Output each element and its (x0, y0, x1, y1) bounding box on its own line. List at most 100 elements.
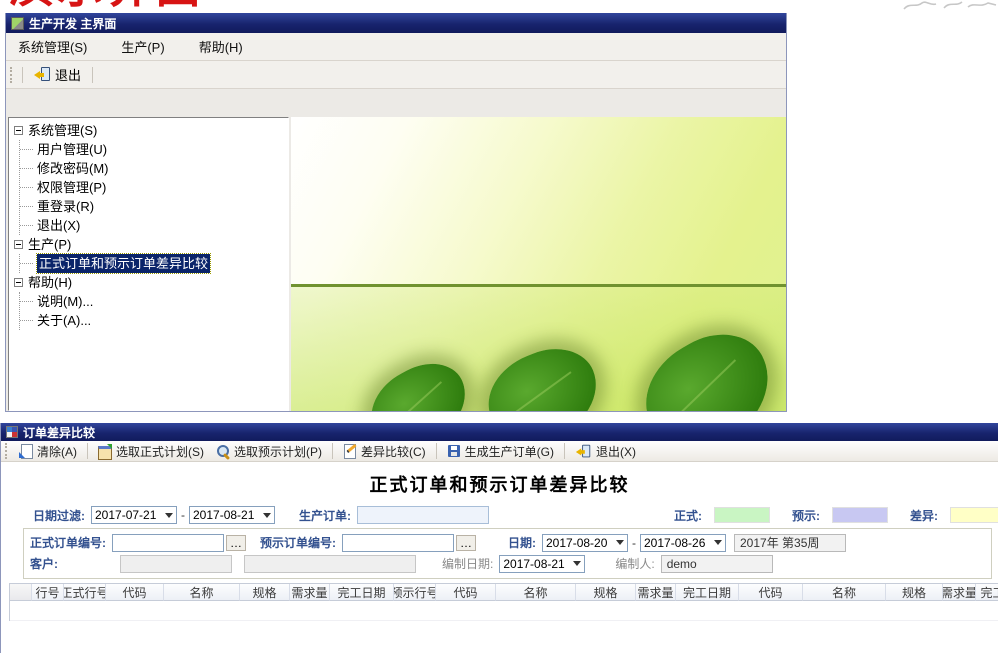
tree-item-permission[interactable]: 权限管理(P) (20, 178, 288, 197)
legend-formal-swatch (714, 507, 770, 523)
exit-button[interactable]: 退出(X) (569, 442, 642, 461)
order-compare-window: 订单差异比较 清除(A) 选取正式计划(S) 选取预示计划(P) 差异比较(C)… (0, 423, 998, 653)
save-disk-icon (447, 444, 461, 458)
background-leaf-image (291, 117, 786, 411)
exit-button-label: 退出 (55, 65, 81, 84)
app-icon (11, 17, 24, 30)
toolbar-grip (5, 443, 8, 459)
clear-button[interactable]: 清除(A) (13, 442, 83, 461)
filter-row: 日期过滤: 2017-07-21 - 2017-08-21 生产订单: 正式: … (1, 504, 998, 526)
compare-toolbar: 清除(A) 选取正式计划(S) 选取预示计划(P) 差异比较(C) 生成生产订单… (1, 441, 998, 462)
compare-table: 行号 正式行号 代码 名称 规格 需求量 完工日期 预示行号 代码 名称 规格 … (9, 583, 998, 621)
col-spec-3[interactable]: 规格 (886, 584, 943, 601)
empty-table-body[interactable] (10, 601, 998, 621)
forecast-no-input[interactable] (342, 534, 454, 552)
row-selector-header[interactable] (10, 584, 32, 601)
tree-node-system[interactable]: 系统管理(S) (12, 121, 288, 140)
col-finish-date-3[interactable]: 完工日期 (976, 584, 998, 601)
clear-page-icon (19, 444, 33, 458)
forecast-no-browse-button[interactable]: … (456, 535, 476, 551)
selected-tree-item: 正式订单和预示订单差异比较 (37, 254, 210, 273)
col-qty-2[interactable]: 需求量 (636, 584, 676, 601)
range-separator: - (632, 536, 636, 550)
chevron-down-icon (616, 540, 624, 545)
col-finish-date-1[interactable]: 完工日期 (330, 584, 394, 601)
chevron-down-icon (573, 561, 581, 566)
screen: { "decor": { "top_left_partial_text": "演… (0, 0, 998, 653)
col-finish-date-2[interactable]: 完工日期 (676, 584, 739, 601)
menu-help[interactable]: 帮助(H) (199, 37, 243, 56)
tree-item-change-password[interactable]: 修改密码(M) (20, 159, 288, 178)
make-date-label: 编制日期: (442, 555, 493, 572)
legend-diff-label: 差异: (910, 507, 938, 524)
tree-item-user-management[interactable]: 用户管理(U) (20, 140, 288, 159)
order-form-groupbox: 正式订单编号: … 预示订单编号: … 日期: 2017-08-20 - 201… (23, 528, 992, 579)
filter-date-from-combo[interactable]: 2017-07-21 (91, 506, 177, 524)
main-window-title: 生产开发 主界面 (29, 15, 116, 32)
main-menubar: 系统管理(S) 生产(P) 帮助(H) (6, 33, 786, 61)
compare-app-icon (6, 426, 18, 438)
date-filter-label: 日期过滤: (33, 507, 85, 524)
formal-no-input[interactable] (112, 534, 224, 552)
tree-item-order-compare[interactable]: 正式订单和预示订单差异比较 (20, 254, 288, 273)
navigation-tree: 系统管理(S) 用户管理(U) 修改密码(M) 权限管理(P) 重登录(R) 退… (8, 117, 289, 411)
compare-window-titlebar[interactable]: 订单差异比较 (1, 423, 998, 441)
col-name-2[interactable]: 名称 (496, 584, 576, 601)
menu-system-management[interactable]: 系统管理(S) (18, 37, 87, 56)
col-name-1[interactable]: 名称 (164, 584, 240, 601)
col-spec-1[interactable]: 规格 (240, 584, 290, 601)
prod-order-label: 生产订单: (299, 507, 351, 524)
col-qty-1[interactable]: 需求量 (290, 584, 330, 601)
make-date-combo[interactable]: 2017-08-21 (499, 555, 585, 573)
tree-item-about[interactable]: 关于(A)... (20, 311, 288, 330)
compare-window-title: 订单差异比较 (23, 424, 95, 441)
col-qty-3[interactable]: 需求量 (943, 584, 976, 601)
chevron-down-icon (714, 540, 722, 545)
col-spec-2[interactable]: 规格 (576, 584, 636, 601)
partial-red-heading: 演示界面 (8, 0, 238, 11)
col-code-1[interactable]: 代码 (106, 584, 164, 601)
pick-formal-plan-button[interactable]: 选取正式计划(S) (92, 442, 210, 461)
customer-input[interactable] (120, 555, 232, 573)
legend-forecast-label: 预示: (792, 507, 820, 524)
col-formal-line-no[interactable]: 正式行号 (64, 584, 106, 601)
diff-compare-button[interactable]: 差异比较(C) (337, 442, 432, 461)
tree-item-relogin[interactable]: 重登录(R) (20, 197, 288, 216)
collapse-icon[interactable] (14, 240, 23, 249)
main-window-titlebar[interactable]: 生产开发 主界面 (6, 13, 786, 33)
generate-order-button[interactable]: 生成生产订单(G) (441, 442, 560, 461)
tree-node-production[interactable]: 生产(P) (12, 235, 288, 254)
col-line-no[interactable]: 行号 (32, 584, 64, 601)
col-name-3[interactable]: 名称 (803, 584, 886, 601)
page-pencil-icon (343, 444, 357, 458)
filter-date-to-combo[interactable]: 2017-08-21 (189, 506, 275, 524)
tree-item-instructions[interactable]: 说明(M)... (20, 292, 288, 311)
main-toolbar: 退出 (6, 61, 786, 89)
magnifier-icon (216, 444, 230, 458)
week-readout: 2017年 第35周 (734, 534, 846, 552)
toolbar-grip (10, 67, 13, 83)
color-legend: 正式: 预示: 差异: (652, 507, 998, 524)
toolbar-separator (92, 67, 93, 83)
exit-button[interactable]: 退出 (27, 63, 88, 86)
tree-node-help[interactable]: 帮助(H) (12, 273, 288, 292)
form-row-1: 正式订单编号: … 预示订单编号: … 日期: 2017-08-20 - 201… (30, 532, 985, 553)
pick-window-icon (98, 444, 112, 458)
col-forecast-line[interactable]: 预示行号 (394, 584, 436, 601)
range-separator: - (181, 508, 185, 522)
pick-forecast-plan-button[interactable]: 选取预示计划(P) (210, 442, 328, 461)
col-code-3[interactable]: 代码 (739, 584, 803, 601)
menu-production[interactable]: 生产(P) (121, 37, 164, 56)
col-code-2[interactable]: 代码 (436, 584, 496, 601)
prod-order-input[interactable] (357, 506, 489, 524)
collapse-icon[interactable] (14, 126, 23, 135)
customer-label: 客户: (30, 555, 92, 572)
order-date-to-combo[interactable]: 2017-08-26 (640, 534, 726, 552)
collapse-icon[interactable] (14, 278, 23, 287)
customer-input-2[interactable] (244, 555, 416, 573)
formal-no-browse-button[interactable]: … (226, 535, 246, 551)
tree-item-exit[interactable]: 退出(X) (20, 216, 288, 235)
order-date-from-combo[interactable]: 2017-08-20 (542, 534, 628, 552)
toolbar-separator (436, 443, 437, 459)
maker-label: 编制人: (615, 555, 654, 572)
